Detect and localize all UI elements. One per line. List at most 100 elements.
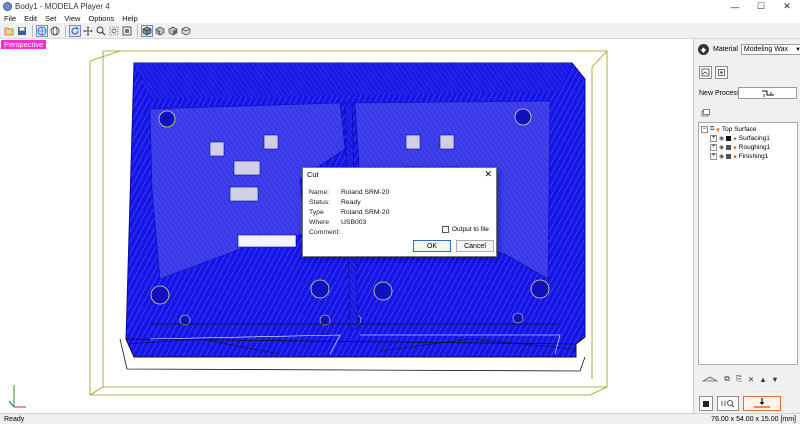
tree-item-top-surface[interactable]: − ⧉ ▾ Top Surface <box>701 125 795 134</box>
toolbar <box>0 23 800 39</box>
paste-icon[interactable]: ⎘ <box>733 373 745 385</box>
visibility-icon[interactable]: ◉ <box>719 144 724 151</box>
stop-icon <box>703 400 709 407</box>
tree-item-label: Surfacing1 <box>738 135 770 142</box>
tree-item-finishing[interactable]: + ◉ ▾ Finishing1 <box>701 152 795 161</box>
minimize-button[interactable]: — <box>722 0 748 13</box>
cancel-button[interactable]: Cancel <box>456 240 494 252</box>
cut-dialog: Cut ✕ Name: Roland SRM-20 Status: Ready … <box>302 167 497 257</box>
maximize-button[interactable]: ☐ <box>748 0 774 13</box>
process-panel: ◆ Material Modeling Wax ▼ New Process − … <box>693 39 800 413</box>
window-controls: — ☐ ✕ <box>722 0 800 13</box>
close-button[interactable]: ✕ <box>774 0 800 13</box>
tree-item-roughing[interactable]: + ◉ ▾ Roughing1 <box>701 143 795 152</box>
cut-icon <box>754 398 770 408</box>
new-process-label: New Process <box>699 90 741 97</box>
new-process-button[interactable] <box>738 87 797 99</box>
tree-item-label: Finishing1 <box>738 153 769 160</box>
globe-icon[interactable] <box>36 24 48 37</box>
app-icon <box>3 2 12 11</box>
field-value: USB003 <box>341 218 367 226</box>
menu-help[interactable]: Help <box>122 14 137 23</box>
cube-iso-view-icon[interactable] <box>180 25 192 37</box>
output-to-file-option[interactable]: Output to file <box>442 226 489 233</box>
material-icon: ◆ <box>698 44 709 55</box>
move-up-icon[interactable]: ▲ <box>757 373 769 385</box>
cube-top-view-icon[interactable] <box>141 24 153 37</box>
layers-icon <box>701 109 710 119</box>
material-row: ◆ Material Modeling Wax ▼ <box>698 44 800 55</box>
toolpath-icon <box>761 90 774 97</box>
tree-item-surfacing[interactable]: + ◉ ▾ Surfacing1 <box>701 134 795 143</box>
output-to-file-label: Output to file <box>452 226 489 233</box>
output-to-file-checkbox[interactable] <box>442 226 449 233</box>
tool-icon: ▾ <box>733 135 737 143</box>
panel-button-group <box>699 66 731 79</box>
layer-icon: ⧉ <box>710 126 715 132</box>
field-key: Status: <box>309 198 331 206</box>
status-bar: Ready 76.00 x 54.00 x 15.00 [mm] <box>0 413 800 424</box>
field-key: Type <box>309 208 324 216</box>
field-value: Roland SRM-20 <box>341 188 390 196</box>
cube-side-view-icon[interactable] <box>167 25 179 37</box>
material-value: Modeling Wax <box>743 46 788 53</box>
action-row <box>699 396 785 411</box>
window-title: Body1 - MODELA Player 4 <box>15 2 110 11</box>
dialog-title: Cut <box>307 170 319 179</box>
origin-icon <box>718 69 725 76</box>
field-key: Comment: <box>309 228 341 236</box>
stop-button[interactable] <box>699 396 713 411</box>
title-bar: Body1 - MODELA Player 4 — ☐ ✕ <box>0 0 800 13</box>
material-select[interactable]: Modeling Wax ▼ <box>740 44 800 55</box>
dialog-close-icon[interactable]: ✕ <box>484 169 492 180</box>
wire-globe-icon[interactable] <box>49 25 61 37</box>
process-status-icon <box>726 154 732 159</box>
field-name: Name: Roland SRM-20 <box>309 187 490 197</box>
rotate-icon[interactable] <box>69 24 81 37</box>
toolbar-separator <box>65 24 66 37</box>
tool-icon: ▾ <box>733 144 737 152</box>
chevron-down-icon: ▼ <box>794 46 800 53</box>
toolbar-separator <box>137 24 138 37</box>
delete-icon[interactable]: ✕ <box>745 373 757 385</box>
menu-edit[interactable]: Edit <box>24 14 37 23</box>
field-value: Roland SRM-20 <box>341 208 390 216</box>
menu-options[interactable]: Options <box>88 14 114 23</box>
cube-front-view-icon[interactable] <box>154 25 166 37</box>
expand-icon[interactable]: + <box>710 135 717 142</box>
expand-icon[interactable]: + <box>710 153 717 160</box>
origin-button[interactable] <box>715 66 728 79</box>
copy-icon[interactable]: ⧉ <box>721 373 733 385</box>
visibility-icon[interactable]: ◉ <box>719 153 724 160</box>
field-key: Where <box>309 218 330 226</box>
preview-cut-icon[interactable] <box>699 373 721 385</box>
expand-icon[interactable]: + <box>710 144 717 151</box>
cut-button[interactable] <box>743 396 781 411</box>
status-text: Ready <box>4 415 25 423</box>
dialog-body: Name: Roland SRM-20 Status: Ready Type R… <box>303 181 496 243</box>
visibility-icon[interactable]: ◉ <box>719 135 724 142</box>
preview-button[interactable] <box>717 396 739 411</box>
preview-search-icon <box>721 400 735 408</box>
menu-file[interactable]: File <box>4 14 16 23</box>
toolbar-separator <box>32 24 33 37</box>
surface-icon: ▾ <box>716 126 720 134</box>
open-file-icon[interactable] <box>3 25 15 37</box>
zoom-icon[interactable] <box>95 25 107 37</box>
fit-view-icon[interactable] <box>121 25 133 37</box>
pan-icon[interactable] <box>82 25 94 37</box>
view-mode-label: Perspective <box>1 40 47 49</box>
menu-view[interactable]: View <box>64 14 80 23</box>
process-tree: − ⧉ ▾ Top Surface + ◉ ▾ Surfacing1 + ◉ ▾… <box>698 122 798 365</box>
move-down-icon[interactable]: ▼ <box>769 373 781 385</box>
save-icon[interactable] <box>16 25 28 37</box>
menu-set[interactable]: Set <box>45 14 56 23</box>
menu-bar: File Edit Set View Options Help <box>0 13 800 23</box>
ok-button[interactable]: OK <box>413 240 451 252</box>
field-value: Ready <box>341 198 361 206</box>
field-type: Type Roland SRM-20 <box>309 207 490 217</box>
dialog-title-bar: Cut ✕ <box>303 168 496 181</box>
model-size-button[interactable] <box>699 66 712 79</box>
zoom-window-icon[interactable] <box>108 25 120 37</box>
collapse-icon[interactable]: − <box>701 126 708 133</box>
